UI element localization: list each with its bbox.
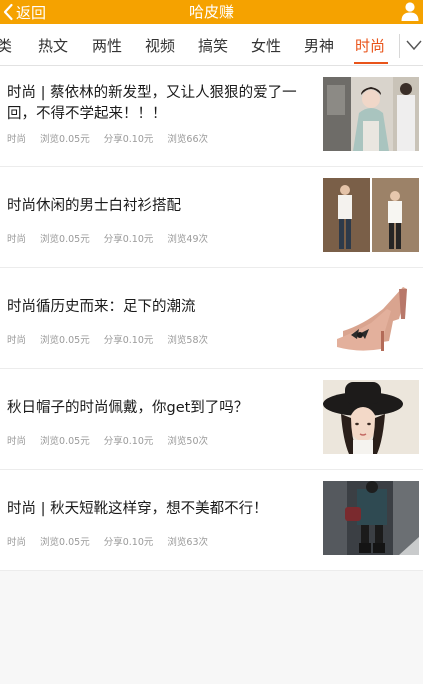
tab-videos[interactable]: 视频 <box>145 24 175 65</box>
share-reward: 分享0.10元 <box>103 335 154 346</box>
view-reward: 浏览0.05元 <box>40 537 90 548</box>
share-reward: 分享0.10元 <box>103 436 154 447</box>
article-meta: 时尚 浏览0.05元 分享0.10元 浏览66次 <box>7 131 219 145</box>
high-heel-shoes-photo-icon <box>323 279 419 353</box>
view-count: 浏览66次 <box>167 134 209 145</box>
active-tab-indicator <box>354 62 388 64</box>
article-title[interactable]: 时尚 | 蔡依林的新发型，又让人狠狠的爱了一回，不得不学起来！！！ <box>7 83 307 125</box>
user-icon[interactable] <box>401 1 419 21</box>
article-category: 时尚 <box>7 134 27 145</box>
view-reward: 浏览0.05元 <box>40 436 90 447</box>
view-reward: 浏览0.05元 <box>40 234 90 245</box>
view-count: 浏览50次 <box>167 436 209 447</box>
chevron-left-icon <box>3 3 13 21</box>
tab-women[interactable]: 女性 <box>251 24 281 65</box>
men-white-shirt-photo-icon <box>323 178 419 252</box>
article-title[interactable]: 秋日帽子的时尚佩戴，你get到了吗？ <box>7 398 307 419</box>
tab-hot-articles[interactable]: 热文 <box>38 24 68 65</box>
article-thumbnail[interactable] <box>323 380 419 454</box>
article-title[interactable]: 时尚休闲的男士白衬衫搭配 <box>7 196 307 217</box>
view-count: 浏览63次 <box>167 537 209 548</box>
share-reward: 分享0.10元 <box>103 537 154 548</box>
tab-funny[interactable]: 搞笑 <box>198 24 228 65</box>
view-count: 浏览58次 <box>167 335 209 346</box>
view-count: 浏览49次 <box>167 234 209 245</box>
article-item[interactable]: 秋日帽子的时尚佩戴，你get到了吗？ 时尚 浏览0.05元 分享0.10元 浏览… <box>0 369 423 470</box>
article-title[interactable]: 时尚循历史而来：足下的潮流 <box>7 297 307 318</box>
view-reward: 浏览0.05元 <box>40 134 90 145</box>
tab-category[interactable]: 类 <box>0 24 12 65</box>
share-reward: 分享0.10元 <box>103 234 154 245</box>
article-category: 时尚 <box>7 335 27 346</box>
article-list: 时尚 | 蔡依林的新发型，又让人狠狠的爱了一回，不得不学起来！！！ 时尚 浏览0… <box>0 66 423 571</box>
article-thumbnail[interactable] <box>323 481 419 555</box>
woman-hat-photo-icon <box>323 380 419 454</box>
chevron-down-icon[interactable] <box>406 38 422 52</box>
tab-men[interactable]: 男神 <box>304 24 334 65</box>
article-thumbnail[interactable] <box>323 178 419 252</box>
article-item[interactable]: 时尚循历史而来：足下的潮流 时尚 浏览0.05元 分享0.10元 浏览58次 <box>0 268 423 369</box>
woman-street-photo-icon <box>323 77 419 151</box>
article-meta: 时尚 浏览0.05元 分享0.10元 浏览49次 <box>7 231 219 245</box>
app-title: 哈皮赚 <box>188 3 234 21</box>
article-thumbnail[interactable] <box>323 279 419 353</box>
article-item[interactable]: 时尚休闲的男士白衬衫搭配 时尚 浏览0.05元 分享0.10元 浏览49次 <box>0 167 423 268</box>
article-thumbnail[interactable] <box>323 77 419 151</box>
article-item[interactable]: 时尚 | 蔡依林的新发型，又让人狠狠的爱了一回，不得不学起来！！！ 时尚 浏览0… <box>0 66 423 167</box>
view-reward: 浏览0.05元 <box>40 335 90 346</box>
article-meta: 时尚 浏览0.05元 分享0.10元 浏览58次 <box>7 332 219 346</box>
top-bar: 哈皮赚 返回 <box>0 0 423 24</box>
back-label: 返回 <box>16 3 47 22</box>
article-category: 时尚 <box>7 537 27 548</box>
article-category: 时尚 <box>7 234 27 245</box>
article-category: 时尚 <box>7 436 27 447</box>
article-title[interactable]: 时尚 | 秋天短靴这样穿，想不美都不行！ <box>7 499 307 520</box>
tab-relationships[interactable]: 两性 <box>92 24 122 65</box>
share-reward: 分享0.10元 <box>103 134 154 145</box>
article-meta: 时尚 浏览0.05元 分享0.10元 浏览63次 <box>7 534 219 548</box>
article-item[interactable]: 时尚 | 秋天短靴这样穿，想不美都不行！ 时尚 浏览0.05元 分享0.10元 … <box>0 470 423 571</box>
back-button[interactable]: 返回 <box>2 1 46 23</box>
category-tab-bar: 类 热文 两性 视频 搞笑 女性 男神 时尚 <box>0 24 423 66</box>
article-meta: 时尚 浏览0.05元 分享0.10元 浏览50次 <box>7 433 219 447</box>
tab-divider <box>399 34 400 58</box>
tab-fashion[interactable]: 时尚 <box>355 24 385 65</box>
ankle-boots-photo-icon <box>323 481 419 555</box>
